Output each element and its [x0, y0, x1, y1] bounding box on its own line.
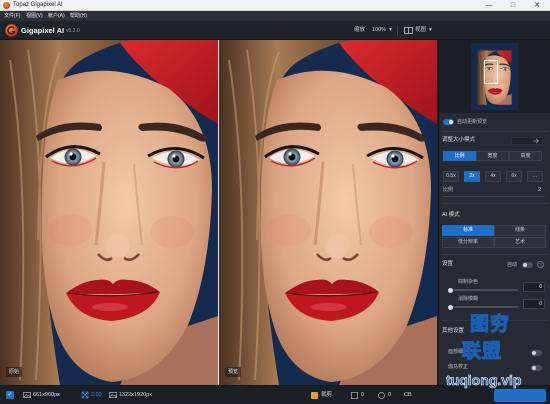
scale-option[interactable]: 6x	[506, 171, 522, 182]
input-size: 661x960px	[33, 392, 60, 398]
view-mode-icon[interactable]	[404, 27, 413, 34]
other-settings-title: 其他设置	[442, 328, 465, 334]
crop-icon[interactable]	[311, 392, 318, 399]
ai-mode-option[interactable]: 标准	[442, 225, 494, 236]
navigator-viewport[interactable]	[484, 60, 498, 84]
noise-label: 抑制杂色	[458, 279, 479, 285]
deblur-slider-handle[interactable]	[448, 304, 453, 310]
navigator	[439, 40, 550, 113]
scale-option[interactable]: 4x	[485, 171, 501, 182]
settings-title: 设置	[442, 261, 454, 267]
save-button[interactable]	[494, 389, 546, 402]
ai-mode-title: AI 模式	[442, 212, 460, 218]
tab-width[interactable]: 宽度	[476, 151, 509, 161]
image-icon	[23, 392, 31, 398]
tab-height[interactable]: 高度	[509, 151, 542, 161]
scale-option[interactable]: …	[527, 171, 543, 182]
link-icon[interactable]	[511, 137, 543, 145]
zoom-chevron-down-icon[interactable]: ▾	[389, 27, 392, 34]
processed-preview[interactable]: 预览	[219, 40, 437, 385]
settings-panel: 自动更新预览 调整大小模式 比例 宽度 高度 0.5x 2x 4x 6x … 比…	[438, 40, 550, 385]
app-version: v5.3.0	[66, 28, 80, 34]
maximize-button[interactable]: □	[504, 1, 522, 10]
app-name: Gigapixel AI	[21, 26, 65, 35]
original-label: 原始	[6, 367, 23, 377]
view-chevron-down-icon[interactable]: ▾	[429, 27, 432, 34]
divider	[442, 254, 548, 255]
menu-file[interactable]: 文件(F)	[4, 13, 20, 19]
crop-label[interactable]: 裁剪	[321, 392, 332, 399]
original-image	[0, 40, 218, 385]
count-b: 0	[388, 392, 392, 398]
tab-scale[interactable]: 比例	[443, 151, 476, 161]
output-image-icon	[109, 392, 117, 398]
scale-arrows-icon	[81, 391, 89, 399]
gamma-label: 伽马校正	[448, 364, 469, 370]
processed-count-icon	[378, 392, 385, 399]
scale-input-underline	[443, 196, 545, 197]
header-separator	[397, 25, 398, 36]
close-button[interactable]: ✕	[528, 1, 546, 10]
auto-preview-toggle[interactable]	[443, 119, 454, 125]
settings-auto-toggle[interactable]	[522, 262, 533, 268]
title-bar: Topaz Gigapixel AI — □ ✕	[0, 0, 550, 11]
menu-account[interactable]: 帐户(A)	[48, 13, 65, 19]
divider	[442, 203, 548, 204]
ai-mode-option[interactable]: 线条	[494, 225, 546, 236]
deblur-label: 消除模糊	[458, 296, 479, 302]
preview-label: 预览	[225, 367, 242, 377]
deblur-slider[interactable]	[448, 304, 518, 310]
image-count-icon	[351, 392, 358, 399]
settings-auto-label: 自动	[507, 261, 518, 268]
scale-factor: 2.00	[91, 392, 102, 398]
scale-value-input[interactable]: 2	[538, 187, 541, 194]
status-bar: ✓ 661x960px 2.00 1322x1920px 裁剪 0 0 CB	[0, 385, 550, 404]
app-header: Gigapixel AI v5.3.0 缩放 100% ▾ 视图 ▾	[0, 21, 550, 40]
scale-option[interactable]: 0.5x	[443, 171, 459, 182]
ai-mode-option[interactable]: 艺术	[494, 237, 546, 248]
output-size: 1322x1920px	[119, 392, 153, 398]
scale-option[interactable]: 2x	[464, 171, 480, 182]
select-checkbox[interactable]: ✓	[6, 391, 14, 399]
deblur-value[interactable]: 0	[523, 299, 545, 309]
menu-view[interactable]: 视图(V)	[26, 13, 43, 19]
noise-slider[interactable]	[448, 287, 518, 293]
gamma-toggle[interactable]	[531, 365, 542, 371]
view-label[interactable]: 视图	[415, 27, 426, 34]
window-title: Topaz Gigapixel AI	[13, 2, 63, 8]
ai-mode-option[interactable]: 低分辨率	[442, 237, 494, 248]
auto-preview-label: 自动更新预览	[457, 118, 488, 125]
scale-label: 比例	[443, 187, 454, 193]
original-preview[interactable]: 原始	[0, 40, 218, 385]
zoom-value[interactable]: 100%	[372, 27, 386, 34]
gigapixel-logo-icon	[5, 24, 18, 37]
divider	[442, 320, 548, 321]
minimize-button[interactable]: —	[480, 1, 498, 10]
zoom-label: 缩放	[354, 27, 366, 33]
resize-mode-title: 调整大小模式	[442, 137, 476, 143]
processed-image	[219, 40, 437, 385]
menu-bar: 文件(F) 视图(V) 帐户(A) 帮助(H)	[0, 11, 550, 21]
noise-slider-handle[interactable]	[448, 287, 453, 293]
count-a: 0	[361, 392, 365, 398]
color-label: CB	[404, 392, 412, 398]
divider	[442, 131, 548, 132]
face-refine-toggle[interactable]	[531, 350, 542, 356]
help-icon[interactable]: ?	[537, 261, 544, 268]
menu-help[interactable]: 帮助(H)	[70, 13, 87, 19]
app-icon	[3, 2, 10, 9]
face-refine-label: 面部细化	[448, 349, 469, 355]
noise-value[interactable]: 0	[523, 282, 545, 292]
